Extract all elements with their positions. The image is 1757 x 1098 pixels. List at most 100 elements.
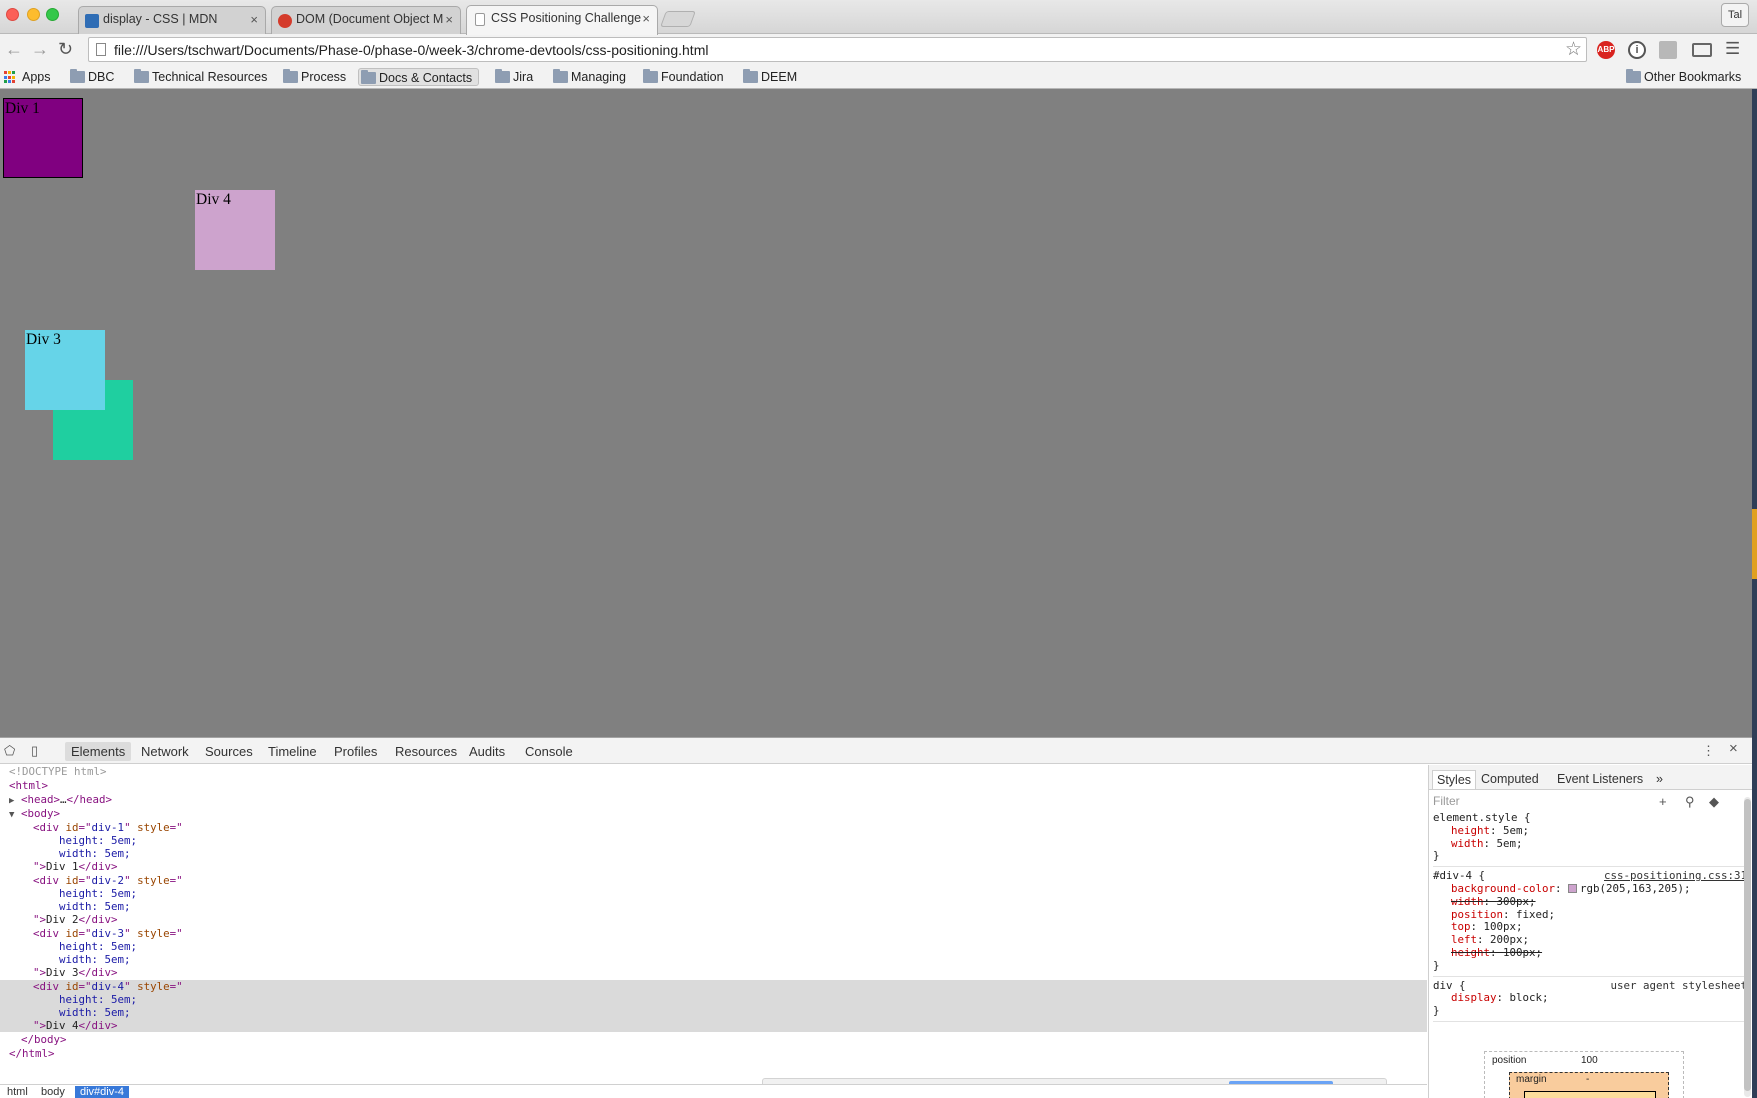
expand-triangle-icon[interactable]: ▶: [9, 796, 14, 806]
tab-styles[interactable]: Styles: [1432, 770, 1477, 789]
browser-tab-css-positioning[interactable]: CSS Positioning Challenge ×: [466, 5, 658, 35]
rule-source: user agent stylesheet: [1610, 978, 1747, 992]
elements-tree[interactable]: <!DOCTYPE html> <html> ▶ <head>…</head> …: [0, 765, 1427, 1071]
close-window-button[interactable]: [6, 8, 19, 21]
dom-body-node[interactable]: ▼ <body>: [0, 807, 1427, 820]
prop-name: position: [1451, 907, 1504, 921]
adblock-plus-icon[interactable]: ABP: [1597, 41, 1615, 59]
dom-doctype[interactable]: <!DOCTYPE html>: [0, 765, 1427, 778]
close-tab-icon[interactable]: ×: [445, 12, 453, 27]
bookmark-label: Jira: [513, 70, 534, 84]
rule-element-style[interactable]: element.style { height: 5em; width: 5em;…: [1433, 811, 1749, 868]
close-tab-icon[interactable]: ×: [642, 11, 650, 26]
declaration-overridden[interactable]: height: 100px;: [1433, 945, 1749, 960]
minimize-window-button[interactable]: [27, 8, 40, 21]
add-style-rule-icon[interactable]: +: [1659, 794, 1667, 809]
style-height: height: 5em;: [59, 993, 138, 1006]
tab-computed[interactable]: Computed: [1477, 770, 1543, 789]
back-arrow-icon[interactable]: ←: [5, 38, 23, 60]
bookmark-label: Technical Resources: [152, 70, 268, 84]
bookmark-folder-foundation[interactable]: Foundation: [641, 68, 724, 86]
declaration[interactable]: width: 5em;: [1433, 837, 1749, 851]
dom-div-1-close: ">Div 1</div>: [33, 860, 118, 873]
dom-html-node[interactable]: <html>: [0, 779, 1427, 792]
bookmark-folder-other[interactable]: Other Bookmarks: [1624, 68, 1741, 86]
bookmark-folder-process[interactable]: Process: [281, 68, 346, 86]
bookmark-folder-managing[interactable]: Managing: [551, 68, 626, 86]
browser-tab-dom[interactable]: DOM (Document Object M ×: [271, 6, 461, 34]
bookmark-folder-dbc[interactable]: DBC: [68, 68, 114, 86]
div-text: Div 4: [46, 1019, 79, 1032]
new-tab-button[interactable]: [660, 11, 696, 27]
dom-div-1-open[interactable]: <div id="div-1" style=": [0, 821, 1427, 834]
device-mode-icon[interactable]: ▯: [31, 743, 38, 759]
more-options-icon[interactable]: ⋮: [1702, 743, 1715, 759]
rule-div-4[interactable]: #div-4 { css-positioning.css:31 backgrou…: [1433, 869, 1749, 977]
dom-div-4-style-width: width: 5em;: [0, 1006, 1427, 1020]
div-text: Div 2: [46, 913, 79, 926]
prop-name: height: [1451, 945, 1491, 959]
bookmark-label: Process: [301, 70, 347, 84]
info-extension-icon[interactable]: i: [1628, 41, 1646, 59]
profile-button[interactable]: Tal: [1721, 3, 1749, 27]
close-devtools-icon[interactable]: ×: [1729, 740, 1738, 757]
breadcrumb: html body div#div-4: [0, 1084, 1427, 1098]
tab-network[interactable]: Network: [135, 742, 195, 761]
tab-event-listeners[interactable]: Event Listeners: [1553, 770, 1647, 789]
html-tag: html: [15, 779, 42, 792]
browser-toolbar: ← → ↻ file:///Users/tschwart/Documents/P…: [0, 34, 1757, 65]
dom-div-2-open[interactable]: <div id="div-2" style=": [0, 874, 1427, 887]
prop-name: width: [1451, 894, 1484, 908]
bookmark-folder-technical-resources[interactable]: Technical Resources: [132, 68, 267, 86]
breadcrumb-div-4[interactable]: div#div-4: [75, 1086, 130, 1098]
sidebar-tabs: Styles Computed Event Listeners »: [1429, 765, 1753, 790]
menu-icon[interactable]: ☰: [1725, 38, 1740, 60]
bookmark-folder-jira[interactable]: Jira: [493, 68, 533, 86]
sidebar-scrollbar[interactable]: [1744, 797, 1751, 1097]
zoom-window-button[interactable]: [46, 8, 59, 21]
tab-audits[interactable]: Audits: [463, 742, 511, 761]
pin-state-icon[interactable]: ⚲: [1685, 794, 1695, 810]
bookmark-apps[interactable]: Apps: [2, 68, 51, 86]
collapse-triangle-icon[interactable]: ▼: [9, 810, 14, 820]
prop-value: block;: [1509, 991, 1549, 1005]
extension-icon[interactable]: [1659, 41, 1677, 59]
tab-profiles[interactable]: Profiles: [328, 742, 383, 761]
tab-resources[interactable]: Resources: [389, 742, 463, 761]
breadcrumb-html[interactable]: html: [2, 1086, 33, 1098]
rule-close: }: [1433, 849, 1440, 863]
dom-div-3-open[interactable]: <div id="div-3" style=": [0, 927, 1427, 940]
tab-elements[interactable]: Elements: [65, 742, 132, 761]
scrollbar-thumb[interactable]: [1744, 799, 1751, 1091]
bookmark-label: Other Bookmarks: [1644, 70, 1742, 84]
box-model-margin-value[interactable]: -: [1586, 1074, 1589, 1085]
cast-icon[interactable]: [1692, 43, 1712, 57]
folder-icon: [70, 69, 85, 83]
bookmark-folder-deem[interactable]: DEEM: [741, 68, 797, 86]
bookmark-star-icon[interactable]: ☆: [1565, 38, 1582, 61]
bookmark-label: Docs & Contacts: [379, 71, 473, 85]
style-width: width: 5em;: [59, 847, 131, 860]
tab-console[interactable]: Console: [519, 742, 579, 761]
reload-icon[interactable]: ↻: [58, 38, 73, 60]
inspect-element-icon[interactable]: ⬠: [4, 743, 15, 759]
color-format-icon[interactable]: ◆: [1709, 794, 1719, 810]
dom-head-node[interactable]: ▶ <head>…</head>: [0, 793, 1427, 806]
style-width: width: 5em;: [59, 953, 131, 966]
tab-timeline[interactable]: Timeline: [262, 742, 323, 761]
box-model-position-value[interactable]: 100: [1581, 1055, 1598, 1066]
forward-arrow-icon[interactable]: →: [31, 38, 49, 60]
breadcrumb-body[interactable]: body: [36, 1086, 70, 1098]
close-tab-icon[interactable]: ×: [250, 12, 258, 27]
desktop-accent: [1752, 509, 1757, 579]
browser-tab-mdn[interactable]: display - CSS | MDN ×: [78, 6, 266, 34]
more-tabs-chevron-icon[interactable]: »: [1652, 770, 1667, 789]
styles-filter-input[interactable]: Filter: [1433, 794, 1460, 808]
address-bar[interactable]: file:///Users/tschwart/Documents/Phase-0…: [88, 37, 1587, 62]
bookmark-folder-docs-contacts[interactable]: Docs & Contacts: [358, 68, 480, 86]
rule-source-link[interactable]: css-positioning.css:31: [1604, 869, 1747, 883]
color-swatch-icon[interactable]: [1568, 883, 1578, 893]
dom-div-4-open[interactable]: <div id="div-4" style=": [0, 980, 1427, 994]
html-tag: html: [22, 1047, 49, 1060]
tab-sources[interactable]: Sources: [199, 742, 259, 761]
